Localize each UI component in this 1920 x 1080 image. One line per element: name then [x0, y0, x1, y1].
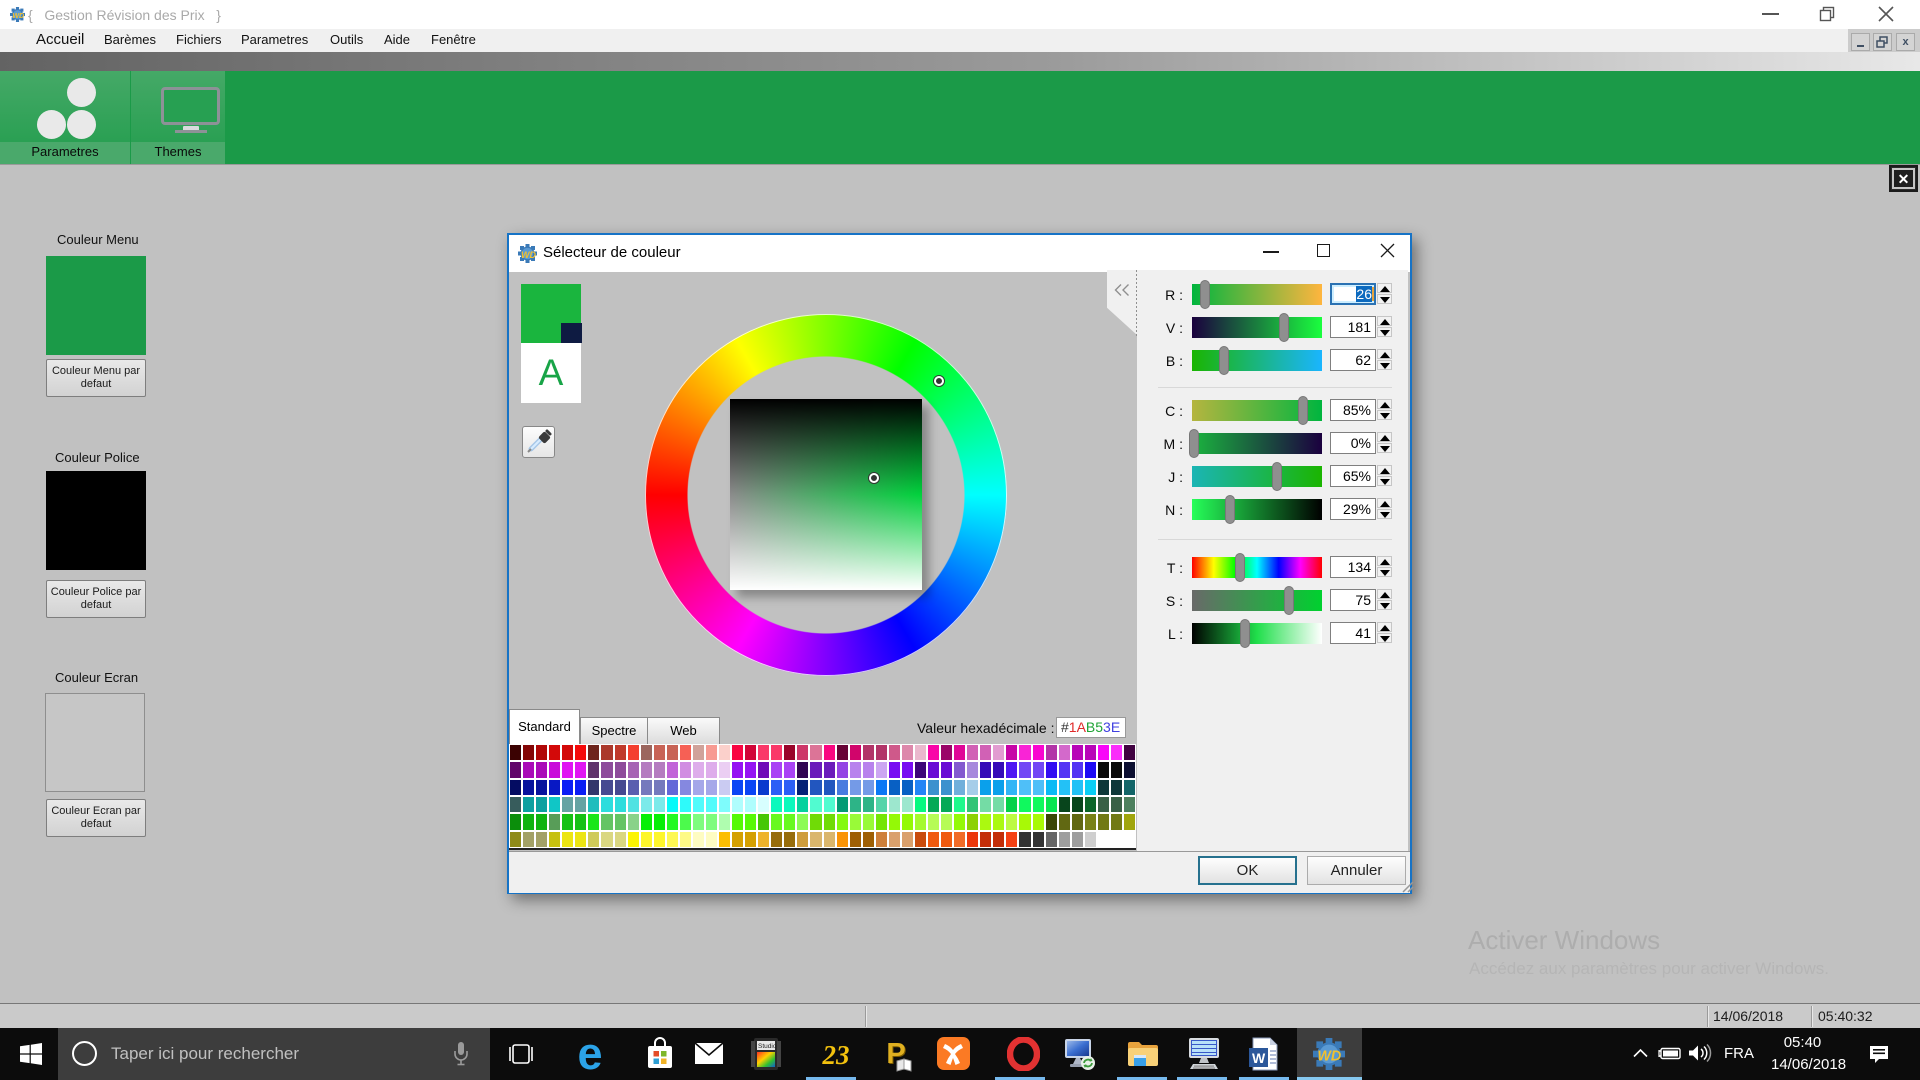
svg-text:WD: WD — [1317, 1049, 1341, 1065]
svg-text:WD: WD — [12, 12, 24, 20]
svg-text:W: W — [1252, 1050, 1266, 1066]
svg-text:Studio: Studio — [758, 1043, 777, 1050]
svg-text:WD: WD — [521, 250, 536, 260]
